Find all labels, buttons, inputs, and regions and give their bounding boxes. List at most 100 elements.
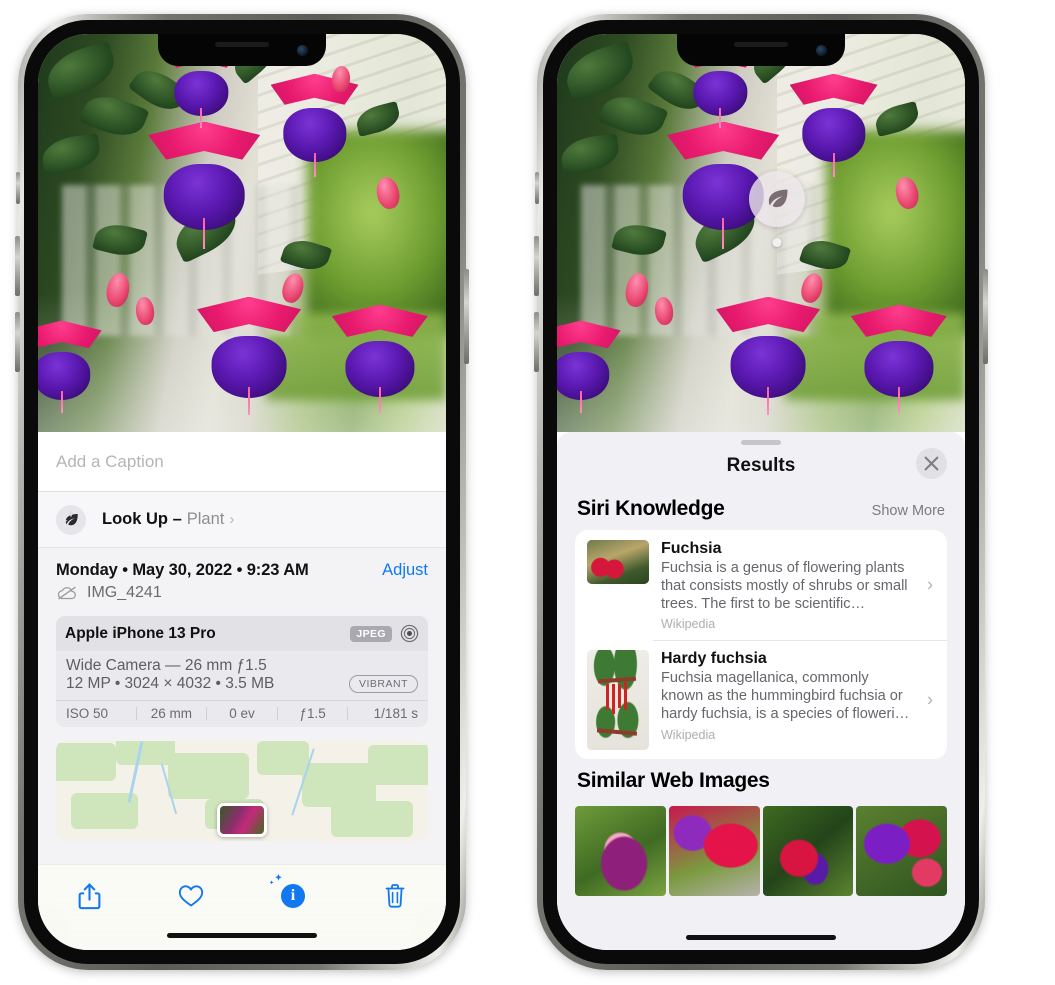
camera-model: Apple iPhone 13 Pro	[65, 624, 216, 642]
similar-image-1[interactable]	[575, 806, 666, 897]
fuchsia-thumbnail	[587, 540, 649, 584]
iphone-left-device: Look Up – Plant › Monday • May 30, 2022 …	[15, 14, 469, 970]
photo-image[interactable]	[38, 34, 446, 432]
format-badge: JPEG	[350, 625, 392, 642]
photo-fuchsia-flower	[557, 320, 621, 414]
knowledge-description: Fuchsia is a genus of flowering plants t…	[661, 560, 908, 613]
knowledge-source: Wikipedia	[661, 727, 716, 742]
knowledge-row[interactable]: Hardy fuchsia Fuchsia magellanica, commo…	[575, 640, 947, 759]
results-title: Results	[726, 455, 796, 476]
caption-input[interactable]	[56, 451, 428, 472]
delete-button[interactable]	[344, 879, 446, 913]
volume-down-button[interactable]	[534, 312, 539, 372]
filename-row: IMG_4241	[38, 582, 446, 612]
similar-web-images-header: Similar Web Images	[557, 759, 965, 802]
knowledge-source: Wikipedia	[661, 617, 716, 632]
knowledge-text: Hardy fuchsia Fuchsia magellanica, commo…	[661, 650, 935, 750]
photo-fuchsia-flower	[197, 296, 302, 416]
camera-card-body: Wide Camera — 26 mm ƒ1.5 12 MP • 3024 × …	[56, 651, 428, 700]
iphone-right-device: Results Siri Knowledge Show More Fuchsia…	[534, 14, 988, 970]
silence-switch[interactable]	[16, 172, 20, 204]
chevron-right-icon: ›	[229, 511, 235, 528]
look-up-subject: Plant	[186, 510, 225, 528]
leaf-icon	[768, 189, 788, 208]
chevron-right-icon: ›	[927, 574, 933, 595]
similar-image-3[interactable]	[762, 806, 854, 897]
chevron-right-icon: ›	[927, 689, 933, 710]
volume-up-button[interactable]	[534, 236, 539, 296]
siri-knowledge-header: Siri Knowledge Show More	[557, 487, 965, 530]
cloud-slash-icon	[57, 586, 76, 600]
aperture-icon	[400, 624, 419, 643]
share-button[interactable]	[38, 879, 140, 913]
photo-date: Monday • May 30, 2022 • 9:23 AM	[56, 561, 309, 579]
power-button[interactable]	[464, 269, 469, 364]
notch	[158, 34, 326, 66]
exif-iso: ISO 50	[66, 706, 109, 721]
exif-shutter: 1/181 s	[373, 706, 418, 721]
volume-down-button[interactable]	[15, 312, 20, 372]
look-up-label-group: Look Up – Plant ›	[102, 510, 234, 529]
earpiece-speaker	[734, 42, 788, 47]
exif-aperture: ƒ1.5	[299, 706, 326, 721]
knowledge-title: Fuchsia	[661, 540, 722, 557]
siri-knowledge-title: Siri Knowledge	[577, 497, 725, 520]
similar-image-4[interactable]	[856, 806, 947, 897]
favorite-button[interactable]	[140, 879, 242, 913]
photo-fuchsia-flower	[148, 121, 261, 249]
adjust-button[interactable]: Adjust	[382, 561, 428, 580]
map-photo-pin[interactable]	[217, 803, 267, 837]
photo-fuchsia-flower	[331, 304, 428, 413]
home-indicator[interactable]	[686, 935, 836, 940]
front-camera-icon	[297, 45, 308, 56]
photo-fuchsia-flower	[716, 296, 821, 416]
lookup-badge-dot	[772, 238, 782, 247]
exif-focal: 26 mm	[150, 706, 193, 721]
photographic-style-badge: VIBRANT	[348, 675, 418, 693]
photo-filename: IMG_4241	[87, 584, 162, 601]
front-camera-icon	[816, 45, 827, 56]
location-map[interactable]	[56, 741, 428, 841]
info-icon: i	[281, 884, 305, 908]
home-indicator[interactable]	[167, 933, 317, 938]
close-icon	[924, 456, 939, 471]
date-row: Monday • May 30, 2022 • 9:23 AM Adjust	[38, 548, 446, 582]
close-button[interactable]	[916, 448, 947, 479]
look-up-label: Look Up –	[102, 510, 182, 528]
look-up-row[interactable]: Look Up – Plant ›	[38, 492, 446, 548]
leaf-icon	[56, 504, 86, 535]
heart-icon	[178, 885, 204, 907]
camera-info-card: Apple iPhone 13 Pro JPEG Wide Camera — 2…	[56, 616, 428, 727]
left-screen: Look Up – Plant › Monday • May 30, 2022 …	[38, 34, 446, 950]
photo-fuchsia-flower	[38, 320, 102, 414]
right-screen: Results Siri Knowledge Show More Fuchsia…	[557, 34, 965, 950]
exif-row: ISO 50 26 mm 0 ev ƒ1.5 1/181 s	[56, 700, 428, 727]
earpiece-speaker	[215, 42, 269, 47]
info-button[interactable]: i	[242, 874, 344, 913]
knowledge-title: Hardy fuchsia	[661, 650, 767, 668]
similar-web-images-grid	[575, 806, 947, 897]
photo-image[interactable]	[557, 34, 965, 432]
photo-info-sheet: Look Up – Plant › Monday • May 30, 2022 …	[38, 432, 446, 950]
visual-lookup-badge[interactable]	[749, 171, 805, 247]
trash-icon	[385, 884, 405, 908]
caption-row[interactable]	[38, 432, 446, 492]
knowledge-text: Fuchsia Fuchsia is a genus of flowering …	[661, 540, 935, 631]
camera-specs: 12 MP • 3024 × 4032 • 3.5 MB	[66, 675, 275, 692]
sparkles-icon	[269, 874, 282, 885]
sparkles-icon	[62, 509, 75, 523]
photo-fuchsia-flower	[789, 73, 878, 178]
knowledge-description: Fuchsia magellanica, commonly known as t…	[661, 670, 910, 723]
screenshot-stage: Look Up – Plant › Monday • May 30, 2022 …	[0, 0, 1055, 985]
show-more-button[interactable]: Show More	[872, 503, 945, 519]
similar-image-2[interactable]	[668, 806, 760, 897]
siri-knowledge-card: Fuchsia Fuchsia is a genus of flowering …	[575, 530, 947, 760]
silence-switch[interactable]	[535, 172, 539, 204]
notch	[677, 34, 845, 66]
results-sheet: Results Siri Knowledge Show More Fuchsia…	[557, 432, 965, 950]
volume-up-button[interactable]	[15, 236, 20, 296]
photo-fuchsia-flower	[850, 304, 947, 413]
power-button[interactable]	[983, 269, 988, 364]
knowledge-row[interactable]: Fuchsia Fuchsia is a genus of flowering …	[575, 530, 947, 640]
share-icon	[78, 883, 100, 909]
